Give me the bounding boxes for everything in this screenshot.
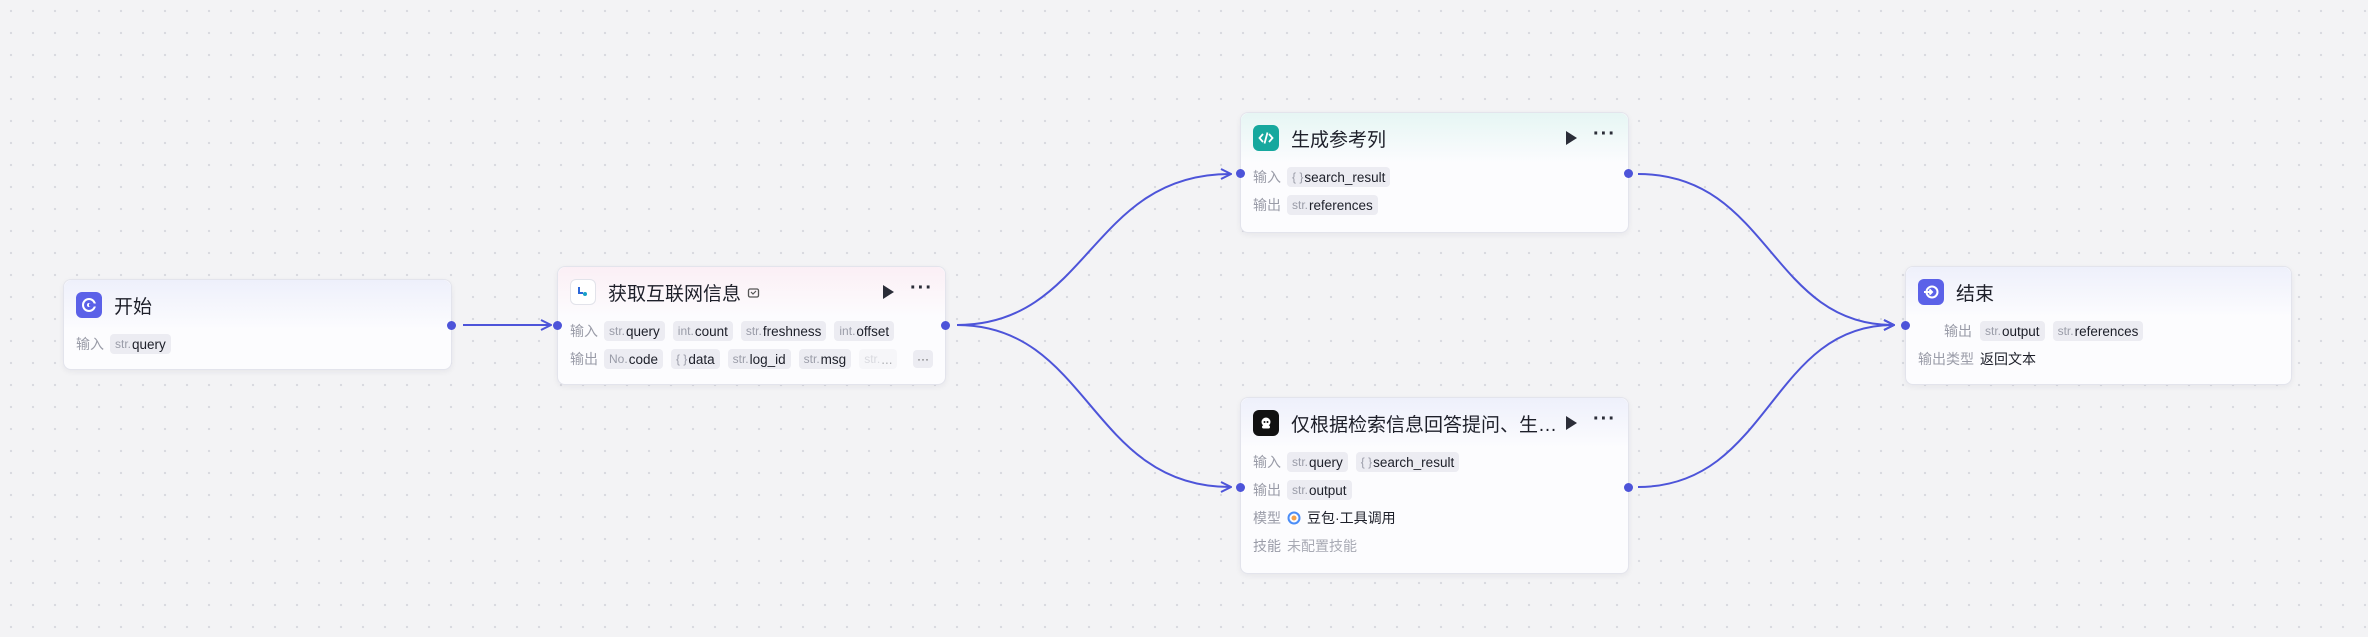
input-label: 输入 [1253,169,1281,185]
param-tag: int. count [672,321,733,341]
start-output-port[interactable] [447,321,456,330]
llm-output-port[interactable] [1624,483,1633,492]
param-tag: str. msg [798,349,852,369]
model-label: 模型 [1253,510,1281,526]
plugin-icon [570,279,596,305]
param-tag: { } search_result [1355,452,1460,472]
code-output-port[interactable] [1624,169,1633,178]
param-tag: str. query [1287,452,1348,472]
search-input-row: 输入 str. query int. count str. freshness int… [558,317,945,345]
output-label: 输出 [570,351,598,367]
llm-input-port[interactable] [1236,483,1245,492]
run-icon[interactable] [883,285,895,299]
start-node[interactable]: 开始 输入 str. query [63,279,456,370]
output-type-value: 返回文本 [1980,351,2036,367]
output-type-label: 输出类型 [1918,351,1974,367]
param-tag: str. freshness [740,321,827,341]
search-node[interactable]: 获取互联网信息 ··· 输入 str. query int. count str. f… [553,266,950,385]
output-label: 输出 [1253,482,1281,498]
param-tag: str.... [859,349,898,369]
run-icon[interactable] [1566,131,1578,145]
code-output-row: 输出 str. references [1241,191,1628,219]
more-icon[interactable]: ··· [1593,409,1616,429]
start-icon [76,292,102,318]
param-tag: { } search_result [1287,167,1391,187]
edge-llm-to-end [1637,325,1893,488]
code-node[interactable]: 生成参考列 ··· 输入 { } search_result 输出 str. ref… [1236,112,1633,233]
llm-model-row: 模型 豆包·工具调用 [1241,504,1628,532]
code-input-row: 输入 { } search_result [1241,163,1628,191]
input-label: 输入 [1253,454,1281,470]
more-icon[interactable]: ··· [910,278,933,298]
param-tag: str. output [1287,480,1352,500]
output-label: 输出 [1944,323,1972,339]
edge-code-to-end [1637,173,1893,325]
end-node[interactable]: 结束 输出 str. output str. references 输出类型 返回文… [1901,266,2292,385]
llm-node-header: 仅根据检索信息回答提问、生成... ··· [1241,398,1628,448]
end-node-header: 结束 [1906,267,2291,317]
param-tag: str. query [604,321,665,341]
start-input-row: 输入 str. query [64,330,451,358]
param-tag: No. code [604,349,663,369]
doubao-icon [1287,511,1301,525]
llm-skill-row: 技能 未配置技能 [1241,532,1628,560]
param-tag: int. offset [834,321,895,341]
edge-search-to-llm [956,324,1230,487]
skill-label: 技能 [1253,538,1281,554]
end-icon [1918,279,1944,305]
end-input-port[interactable] [1901,321,1910,330]
edge-search-to-code [956,174,1230,326]
llm-input-row: 输入 str. query { } search_result [1241,448,1628,476]
param-tag: str. log_id [727,349,791,369]
search-output-row: 输出 No. code { } data str. log_id str. msg st… [558,345,945,373]
input-label: 输入 [76,336,104,352]
param-tag: { } data [670,349,720,369]
search-output-port[interactable] [941,321,950,330]
code-node-header: 生成参考列 ··· [1241,113,1628,163]
end-output-type-row: 输出类型 返回文本 [1906,345,2291,373]
llm-node-title: 仅根据检索信息回答提问、生成... [1291,414,1561,436]
end-node-title: 结束 [1956,283,1995,305]
llm-node[interactable]: 仅根据检索信息回答提问、生成... ··· 输入 str. query { } se… [1236,397,1633,574]
input-label: 输入 [570,323,598,339]
plugin-store-icon [747,286,760,299]
llm-output-row: 输出 str. output [1241,476,1628,504]
search-node-header: 获取互联网信息 ··· [558,267,945,317]
more-outputs-button[interactable]: ··· [913,350,933,368]
llm-icon [1253,410,1279,436]
start-node-title: 开始 [114,296,153,318]
param-tag: str. output [1980,321,2045,341]
start-node-header: 开始 [64,280,451,330]
run-icon[interactable] [1566,416,1578,430]
param-tag: str. references [2052,321,2144,341]
code-icon [1253,125,1279,151]
more-icon[interactable]: ··· [1593,124,1616,144]
param-tag: str. query [110,334,171,354]
search-node-title: 获取互联网信息 [608,283,742,305]
param-tag: str. references [1287,195,1378,215]
skill-value: 未配置技能 [1287,538,1357,554]
code-node-title: 生成参考列 [1291,129,1387,151]
code-input-port[interactable] [1236,169,1245,178]
search-input-port[interactable] [553,321,562,330]
end-output-row: 输出 str. output str. references [1906,317,2291,345]
model-name: 豆包·工具调用 [1307,510,1396,526]
output-label: 输出 [1253,197,1281,213]
